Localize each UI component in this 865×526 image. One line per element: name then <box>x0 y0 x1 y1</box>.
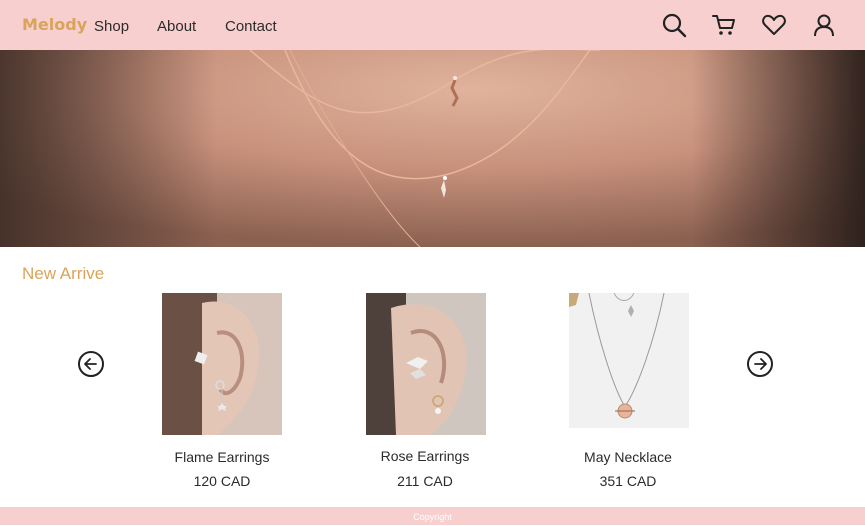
nav-contact[interactable]: Contact <box>225 18 277 35</box>
product-image[interactable] <box>569 293 689 428</box>
hero-banner <box>0 50 865 247</box>
arrow-left-circle-icon[interactable] <box>77 350 105 378</box>
arrow-right-circle-icon[interactable] <box>746 350 774 378</box>
hero-image <box>0 50 865 247</box>
product-price: 120 CAD <box>193 473 251 489</box>
product-price: 351 CAD <box>599 473 657 489</box>
product-image[interactable] <box>366 293 486 435</box>
product-name[interactable]: Flame Earrings <box>122 449 322 465</box>
copyright-text: Copyright <box>413 512 452 522</box>
nav-about[interactable]: About <box>157 18 196 35</box>
user-icon[interactable] <box>811 12 837 38</box>
brand-logo[interactable]: Melody <box>22 15 87 34</box>
product-name[interactable]: Rose Earrings <box>325 448 525 464</box>
heart-icon[interactable] <box>761 12 787 38</box>
product-name[interactable]: May Necklace <box>528 449 728 465</box>
product-price: 211 CAD <box>397 473 453 489</box>
cart-icon[interactable] <box>711 12 737 38</box>
search-icon[interactable] <box>661 12 687 38</box>
footer: Copyright <box>0 507 865 525</box>
top-navbar: Melody Shop About Contact <box>0 0 865 50</box>
section-title: New Arrive <box>22 264 105 283</box>
nav-shop[interactable]: Shop <box>94 18 129 35</box>
product-image[interactable] <box>162 293 282 435</box>
